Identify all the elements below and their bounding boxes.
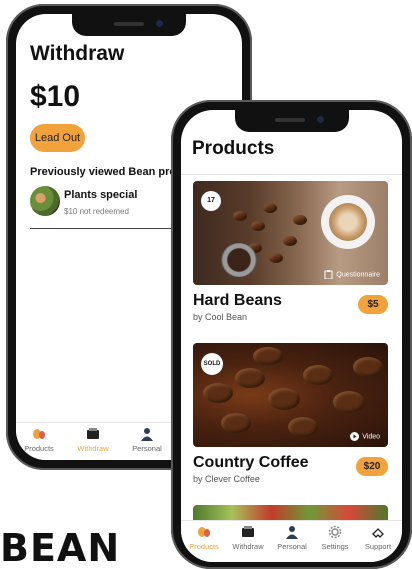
tab-label: Support — [364, 542, 392, 551]
page-title: Products — [192, 138, 275, 159]
tab-label: Withdraw — [77, 444, 109, 453]
speaker — [114, 22, 144, 26]
gear-icon — [328, 525, 342, 539]
product-vendor: by Clever Coffee — [193, 474, 260, 484]
products-icon — [33, 429, 45, 439]
tab-personal[interactable]: Personal — [271, 525, 313, 551]
support-icon — [372, 528, 384, 538]
tab-products[interactable]: Products — [183, 525, 225, 551]
product-thumbnail — [30, 186, 60, 216]
product-vendor: by Cool Bean — [193, 312, 248, 322]
tab-label: Personal — [132, 444, 162, 453]
product-tag: Questionnaire — [324, 270, 380, 279]
wallet-icon — [242, 526, 254, 537]
count-badge: 17 — [201, 191, 221, 211]
clipboard-icon — [324, 270, 333, 279]
tab-withdraw[interactable]: Withdraw — [227, 525, 269, 551]
tab-settings[interactable]: Settings — [314, 525, 356, 551]
previously-viewed-heading: Previously viewed Bean prod — [30, 166, 183, 178]
divider — [181, 174, 402, 175]
tab-withdraw[interactable]: Withdraw — [72, 427, 114, 453]
play-icon — [350, 432, 360, 441]
tab-personal[interactable]: Personal — [126, 427, 168, 453]
tab-bar: Products Withdraw Personal Settings Supp… — [181, 520, 402, 562]
person-icon — [141, 428, 153, 441]
camera — [156, 20, 163, 27]
withdraw-amount: $10 — [30, 80, 81, 113]
tab-label: Settings — [321, 542, 349, 551]
page-title: Withdraw — [30, 42, 125, 65]
person-icon — [286, 526, 298, 539]
product-tag: Video — [350, 432, 380, 441]
product-image[interactable]: SOLD Video — [193, 343, 388, 447]
portafilter — [221, 243, 257, 277]
product-name[interactable]: Country Coffee — [193, 454, 309, 472]
speaker — [275, 118, 305, 122]
tab-label: Products — [189, 542, 219, 551]
tab-support[interactable]: Support — [357, 525, 399, 551]
price-button[interactable]: $5 — [358, 295, 388, 314]
tab-label: Withdraw — [232, 542, 264, 551]
wallet-icon — [87, 428, 99, 439]
front-phone: Products 17 Questionnaire Hard Beans by … — [171, 100, 412, 569]
sold-badge: SOLD — [201, 353, 223, 375]
item-status: $10 not redeemed — [64, 207, 129, 216]
price-button[interactable]: $20 — [356, 457, 388, 476]
products-icon — [198, 527, 210, 537]
tab-label: Products — [24, 444, 54, 453]
camera — [317, 116, 324, 123]
product-name[interactable]: Hard Beans — [193, 292, 282, 310]
products-screen: Products 17 Questionnaire Hard Beans by … — [181, 110, 402, 562]
item-name: Plants special — [64, 189, 138, 201]
product-image[interactable]: 17 Questionnaire — [193, 181, 388, 285]
tab-products[interactable]: Products — [18, 427, 60, 453]
tab-label: Personal — [277, 542, 307, 551]
lead-out-button[interactable]: Lead Out — [30, 124, 85, 152]
brand-wordmark: BEAN — [0, 526, 121, 570]
